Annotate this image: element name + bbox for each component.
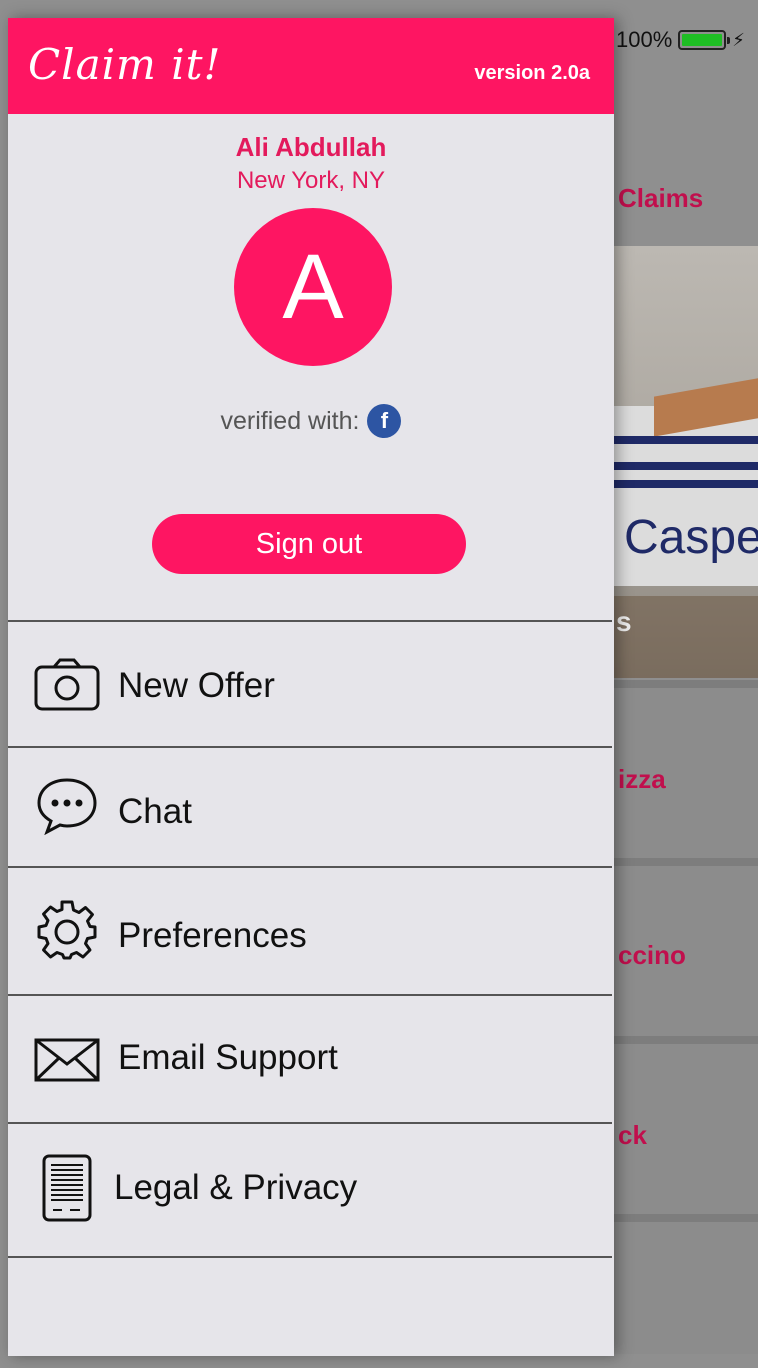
- menu-item-label: Chat: [118, 792, 192, 831]
- charging-bolt-icon: ⚡: [732, 29, 745, 50]
- background-list-item[interactable]: ck: [614, 1036, 758, 1218]
- background-banner[interactable]: Caspe s: [614, 246, 758, 678]
- sign-out-button[interactable]: Sign out: [152, 514, 466, 574]
- menu-item-label: Email Support: [118, 1038, 338, 1077]
- verified-with-row: verified with: f: [8, 404, 614, 438]
- verified-label: verified with:: [220, 406, 360, 435]
- banner-caption: s: [616, 606, 632, 637]
- battery-level-fill: [682, 34, 723, 46]
- menu-item-email-support[interactable]: Email Support: [8, 996, 614, 1122]
- menu-item-label: New Offer: [118, 666, 275, 705]
- envelope-icon: [32, 1030, 102, 1090]
- drawer-header: Claim it! version 2.0a: [8, 18, 614, 114]
- banner-brand-text: Caspe: [624, 511, 758, 564]
- menu-item-chat[interactable]: Chat: [8, 748, 614, 866]
- menu-item-label: Legal & Privacy: [114, 1168, 358, 1207]
- app-logo: Claim it!: [28, 40, 222, 89]
- camera-icon: [32, 654, 102, 714]
- avatar[interactable]: A: [234, 208, 392, 366]
- battery-percentage: 100%: [616, 27, 673, 52]
- background-list-item-title: ck: [618, 1120, 647, 1150]
- background-list-item-title: ccino: [618, 940, 686, 970]
- battery-icon: [678, 30, 731, 50]
- menu-item-legal-privacy[interactable]: Legal & Privacy: [8, 1124, 614, 1256]
- menu-item-preferences[interactable]: Preferences: [8, 868, 614, 994]
- menu-item-new-offer[interactable]: New Offer: [8, 622, 614, 746]
- profile-name: Ali Abdullah: [235, 132, 387, 162]
- background-list-item[interactable]: ccino: [614, 858, 758, 1040]
- status-bar: 100% ⚡: [616, 24, 750, 56]
- chat-bubble-icon: [32, 776, 102, 836]
- side-drawer: Claim it! version 2.0a Ali Abdullah New …: [8, 18, 614, 1356]
- background-claims-tab[interactable]: Claims: [618, 183, 703, 214]
- menu-item-label: Preferences: [118, 916, 307, 955]
- app-version: version 2.0a: [474, 62, 590, 84]
- menu-divider: [8, 1256, 612, 1258]
- facebook-icon: f: [367, 404, 402, 438]
- gear-icon: [32, 900, 102, 960]
- profile-location: New York, NY: [236, 167, 386, 194]
- background-list-item[interactable]: izza: [614, 680, 758, 862]
- document-icon: [32, 1154, 102, 1222]
- background-list-item-title: izza: [618, 764, 666, 794]
- background-list-item[interactable]: [614, 1214, 758, 1354]
